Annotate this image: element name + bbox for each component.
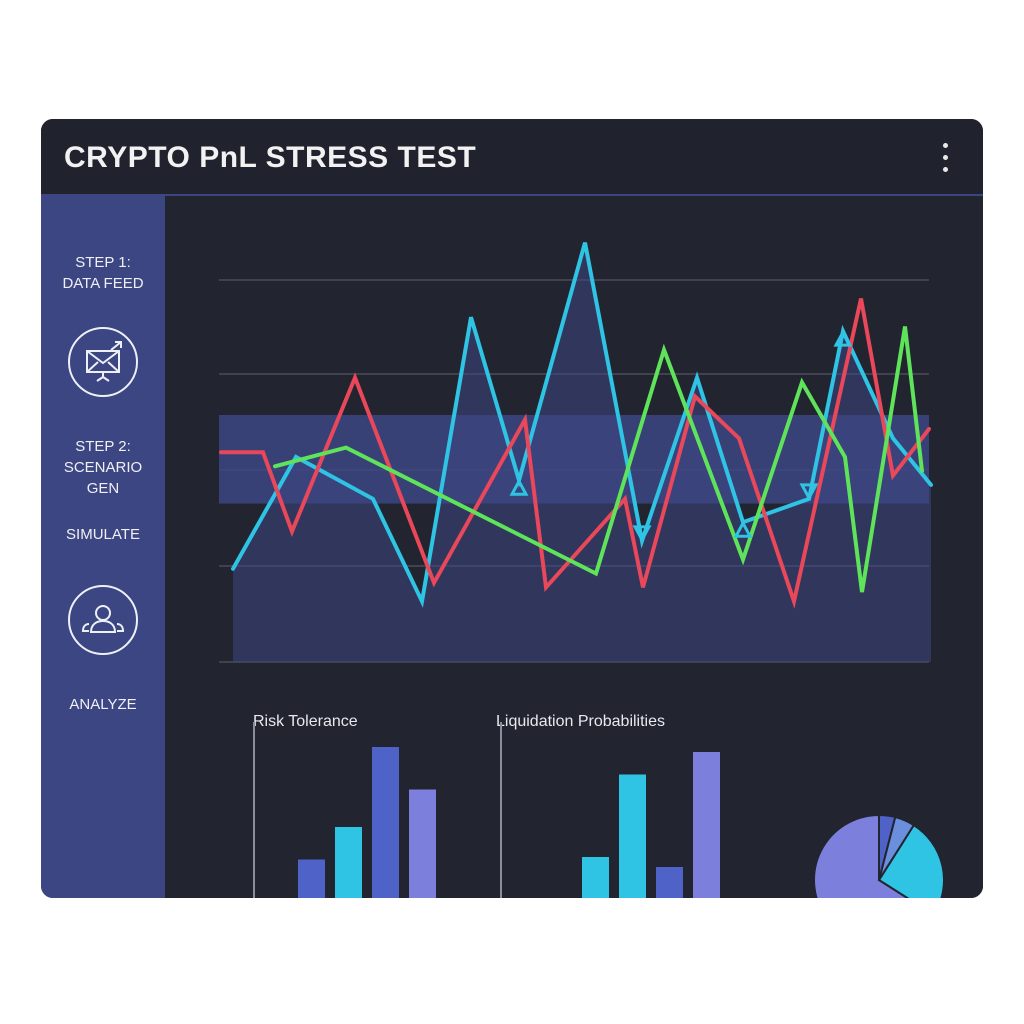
sidebar-item-label: ANALYZE [69,696,137,713]
bar [582,857,609,898]
sidebar-item-label: STEP 1: [75,254,131,271]
menu-dot [943,143,948,148]
chart-title: Risk Tolerance [253,713,358,730]
sidebar-item-label: SCENARIO [63,459,143,476]
more-vertical-icon[interactable] [935,141,955,175]
title-bar: CRYPTO PnL STRESS TEST [41,119,983,196]
sidebar-item-label: STEP 2: [75,438,131,455]
app-window: CRYPTO PnL STRESS TEST STEP 1: DATA FEED [41,119,983,898]
sidebar: STEP 1: DATA FEED STEP 2: SCENARIO GEN S… [41,196,165,898]
bar [693,752,720,898]
bar [372,747,399,898]
sidebar-item-scenario-gen[interactable]: STEP 2: SCENARIO GEN [41,436,165,499]
bar [619,774,646,898]
sidebar-item-analyze[interactable]: ANALYZE [41,694,165,715]
main-panel: Risk Tolerance Liquidation Probabilities [165,196,983,898]
bar [335,827,362,898]
sidebar-item-label: GEN [86,480,120,497]
presentation-mail-icon[interactable] [67,326,139,398]
sidebar-item-label: DATA FEED [62,275,144,292]
bar [409,789,436,898]
sidebar-item-data-feed[interactable]: STEP 1: DATA FEED [41,252,165,294]
sidebar-item-simulate[interactable]: SIMULATE [41,524,165,545]
sidebar-item-label: SIMULATE [66,526,140,543]
stress-test-charts: Risk Tolerance Liquidation Probabilities [219,242,945,898]
bar [656,867,683,898]
menu-dot [943,167,948,172]
user-group-icon[interactable] [67,584,139,656]
bar [298,859,325,898]
chart-title: Liquidation Probabilities [496,713,665,730]
page-title: CRYPTO PnL STRESS TEST [64,141,477,174]
menu-dot [943,155,948,160]
